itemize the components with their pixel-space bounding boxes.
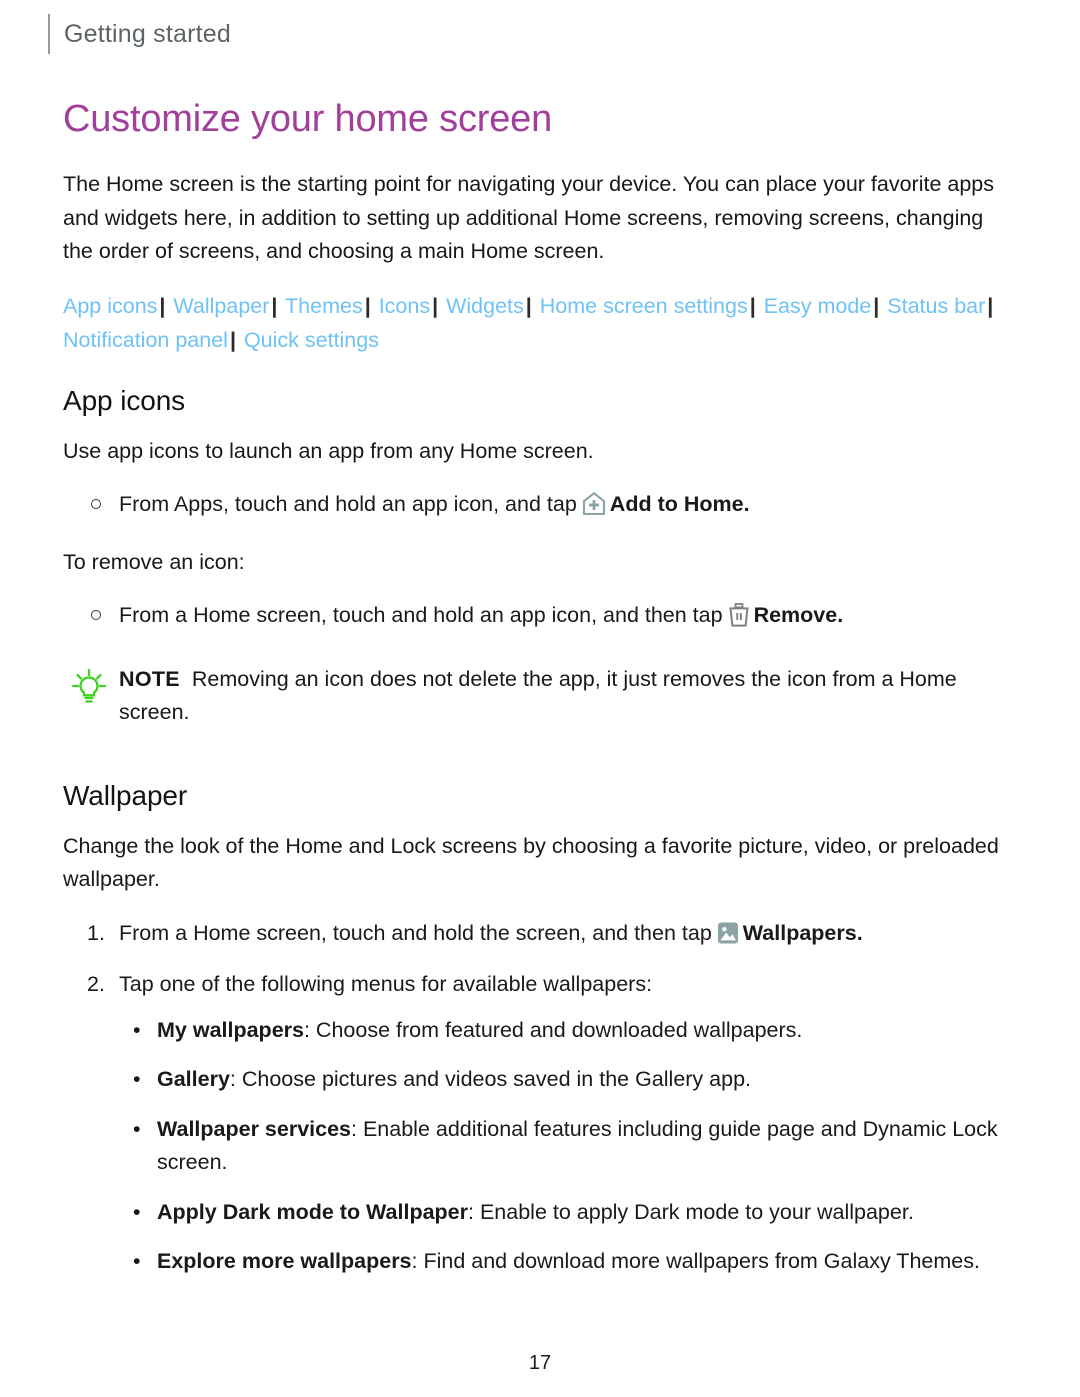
nav-separator: | <box>159 293 166 318</box>
running-header: Getting started <box>48 14 231 54</box>
list-number: 1. <box>87 920 105 945</box>
page-title: Customize your home screen <box>63 98 553 140</box>
section-heading-app-icons: App icons <box>63 384 186 416</box>
step-bold-label: Remove. <box>753 603 844 627</box>
nav-link-status-bar[interactable]: Status bar <box>887 294 985 318</box>
nav-link-quick-settings[interactable]: Quick settings <box>244 328 379 352</box>
list-item: • My wallpapers: Choose from featured and… <box>63 1014 1018 1048</box>
wallpaper-step-list: 1. From a Home screen, touch and hold the… <box>63 917 1018 1002</box>
step-text: From a Home screen, touch and hold the s… <box>119 920 712 945</box>
step-text: Tap one of the following menus for avail… <box>119 972 653 996</box>
note-block: NOTE Removing an icon does not delete th… <box>63 663 1018 730</box>
add-to-home-icon <box>581 491 607 528</box>
wallpaper-intro: Change the look of the Home and Lock scr… <box>63 833 999 892</box>
content-column: Customize your home screen The Home scre… <box>63 96 1018 1295</box>
bullet-description: : Choose pictures and videos saved in th… <box>229 1067 752 1091</box>
nav-separator: | <box>432 293 439 318</box>
circle-bullet-icon <box>91 610 101 620</box>
step-text: From a Home screen, touch and hold an ap… <box>119 603 723 627</box>
list-item: • Gallery: Choose pictures and videos sav… <box>63 1063 1018 1097</box>
list-item: • Explore more wallpapers: Find and downl… <box>63 1245 1018 1279</box>
dot-bullet-icon: • <box>133 1199 141 1224</box>
trash-icon <box>727 602 751 639</box>
dot-bullet-icon: • <box>133 1249 141 1273</box>
list-item: 1. From a Home screen, touch and hold the… <box>63 917 1018 957</box>
lightbulb-icon <box>69 667 109 707</box>
nav-link-app-icons[interactable]: App icons <box>63 294 157 318</box>
nav-separator: | <box>271 293 278 318</box>
bullet-description: : Enable to apply Dark mode to your wall… <box>468 1199 914 1224</box>
nav-separator: | <box>364 293 371 318</box>
bullet-description: : Choose from featured and downloaded wa… <box>303 1017 803 1042</box>
nav-link-wallpaper[interactable]: Wallpaper <box>173 294 269 318</box>
remove-icon-step-list: From a Home screen, touch and hold an ap… <box>63 599 1018 639</box>
bullet-lead-label: Wallpaper services <box>157 1116 352 1141</box>
nav-separator: | <box>525 293 532 318</box>
bullet-lead-label: Apply Dark mode to Wallpaper <box>157 1199 469 1224</box>
circle-bullet-icon <box>91 499 101 509</box>
remove-icon-intro: To remove an icon: <box>63 549 245 574</box>
section-heading-wallpaper: Wallpaper <box>63 779 188 811</box>
nav-link-icons[interactable]: Icons <box>379 294 430 318</box>
note-content: NOTE Removing an icon does not delete th… <box>119 667 957 725</box>
wallpapers-image-icon <box>716 920 740 957</box>
dot-bullet-icon: • <box>133 1067 141 1091</box>
list-number: 2. <box>87 972 105 996</box>
nav-link-themes[interactable]: Themes <box>285 294 363 318</box>
bullet-lead-label: Gallery <box>157 1067 230 1091</box>
list-item: From a Home screen, touch and hold an ap… <box>63 599 1018 639</box>
bullet-lead-label: Explore more wallpapers <box>157 1249 412 1273</box>
bullet-description: : Find and download more wallpapers from… <box>411 1249 980 1273</box>
nav-link-home-screen-settings[interactable]: Home screen settings <box>540 294 748 318</box>
list-item: • Apply Dark mode to Wallpaper: Enable to… <box>63 1196 1018 1230</box>
intro-paragraph: The Home screen is the starting point fo… <box>63 172 995 263</box>
nav-separator: | <box>749 293 756 318</box>
header-rule <box>48 14 50 54</box>
step-text: From Apps, touch and hold an app icon, a… <box>119 492 577 516</box>
running-header-title: Getting started <box>64 20 231 48</box>
nav-link-notification-panel[interactable]: Notification panel <box>63 328 228 352</box>
nav-link-widgets[interactable]: Widgets <box>446 294 524 318</box>
note-body: Removing an icon does not delete the app… <box>119 666 957 725</box>
app-icons-step-list: From Apps, touch and hold an app icon, a… <box>63 488 1018 528</box>
dot-bullet-icon: • <box>133 1017 141 1042</box>
list-item: • Wallpaper services: Enable additional f… <box>63 1113 1018 1180</box>
list-item: 2. Tap one of the following menus for ava… <box>63 968 1018 1002</box>
page-number: 17 <box>528 1352 552 1374</box>
note-label: NOTE <box>119 666 180 691</box>
dot-bullet-icon: • <box>133 1116 141 1141</box>
list-item: From Apps, touch and hold an app icon, a… <box>63 488 1018 528</box>
nav-separator: | <box>229 327 236 352</box>
app-icons-intro: Use app icons to launch an app from any … <box>63 438 594 463</box>
bullet-lead-label: My wallpapers <box>157 1017 304 1042</box>
document-page: Getting started Customize your home scre… <box>0 0 1080 1397</box>
nav-link-easy-mode[interactable]: Easy mode <box>764 294 872 318</box>
step-bold-label: Add to Home. <box>609 492 750 516</box>
step-bold-label: Wallpapers. <box>742 920 863 945</box>
nav-separator: | <box>873 293 880 318</box>
section-nav-links[interactable]: App icons| Wallpaper| Themes| Icons| Wid… <box>63 289 1018 357</box>
wallpaper-menu-bullets: • My wallpapers: Choose from featured and… <box>63 1014 1018 1279</box>
nav-separator: | <box>987 293 994 318</box>
